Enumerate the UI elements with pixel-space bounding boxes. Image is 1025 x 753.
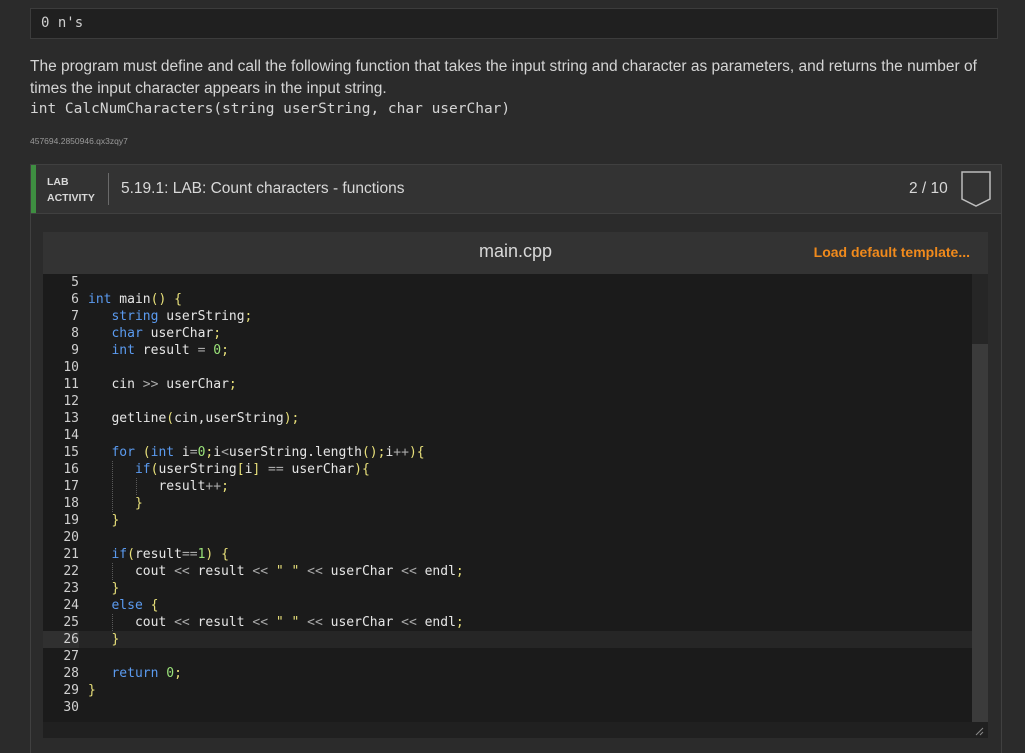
line-number: 9 [71,343,79,358]
code-text: cout << result << " " << userChar << end… [88,615,464,630]
line-number: 17 [63,479,79,494]
code-line[interactable]: 28 return 0; [43,665,972,682]
code-text: } [111,513,120,528]
code-text: int main() { [88,292,182,307]
resize-handle-icon[interactable] [974,726,984,736]
code-line[interactable]: 24 else { [43,597,972,614]
code-line[interactable]: 23 } [43,580,972,597]
code-text: char userChar; [111,326,222,341]
code-text: if(result==1) { [111,547,229,562]
line-number: 18 [63,496,79,511]
lab-activity-header: LAB ACTIVITY 5.19.1: LAB: Count characte… [30,164,1002,214]
code-text: cin >> userChar; [88,377,237,392]
code-line[interactable]: 25 cout << result << " " << userChar << … [43,614,972,631]
lab-title: 5.19.1: LAB: Count characters - function… [121,180,405,197]
code-line[interactable]: 12 [43,393,972,410]
line-number: 12 [63,394,79,409]
line-number: 15 [63,445,79,460]
code-text: if(userString[i] == userChar){ [134,462,370,477]
code-line[interactable]: 26 } [43,631,972,648]
scrollbar-thumb[interactable] [972,344,988,722]
editor-header: main.cpp Load default template... [43,232,988,274]
instructions-text: The program must define and call the fol… [30,58,977,97]
code-line[interactable]: 19 } [43,512,972,529]
code-line[interactable]: 9 int result = 0; [43,342,972,359]
line-number: 6 [71,292,79,307]
line-number: 19 [63,513,79,528]
line-number: 5 [71,275,79,290]
function-signature: int CalcNumCharacters(string userString,… [30,101,511,117]
code-line[interactable]: 6 int main() { [43,291,972,308]
indent-guide [112,563,114,580]
code-line[interactable]: 5 [43,274,972,291]
lab-accent-bar [31,165,36,213]
line-number: 30 [63,700,79,715]
line-number: 11 [63,377,79,392]
line-number: 7 [71,309,79,324]
line-number: 14 [63,428,79,443]
line-number: 10 [63,360,79,375]
header-divider [108,173,109,205]
line-number: 27 [63,649,79,664]
line-number: 28 [63,666,79,681]
lab-score: 2 / 10 [909,180,948,197]
line-number: 23 [63,581,79,596]
code-line[interactable]: 30 [43,699,972,716]
code-text: } [111,581,120,596]
code-line[interactable]: 10 [43,359,972,376]
indent-guide [112,614,114,631]
code-text: string userString; [111,309,253,324]
load-default-template-link[interactable]: Load default template... [814,244,970,260]
code-editor[interactable]: 5 6 int main() {7 string userString; 8 char… [43,274,972,722]
lab-tag-line2: ACTIVITY [47,192,95,204]
line-number: 26 [43,631,79,648]
completion-badge-icon [961,171,991,207]
line-number: 22 [63,564,79,579]
code-line[interactable]: 8 char userChar; [43,325,972,342]
line-number: 8 [71,326,79,341]
code-text: } [134,496,143,511]
line-number: 20 [63,530,79,545]
code-text: else { [111,598,159,613]
code-text: result++; [88,479,229,494]
program-output: 0 n's [30,8,998,39]
code-line[interactable]: 7 string userString; [43,308,972,325]
code-line[interactable]: 29} [43,682,972,699]
code-line[interactable]: 20 [43,529,972,546]
code-line[interactable]: 16 if(userString[i] == userChar){ [43,461,972,478]
lab-tag-line1: LAB [47,176,69,188]
code-text: } [111,632,120,647]
code-text: return 0; [111,666,182,681]
code-text: for (int i=0;i<userString.length();i++){ [111,445,425,460]
lab-identifier: 457694.2850946.qx3zqy7 [30,136,128,146]
code-line[interactable]: 22 cout << result << " " << userChar << … [43,563,972,580]
code-text: getline(cin,userString); [88,411,300,426]
code-line[interactable]: 14 [43,427,972,444]
line-number: 24 [63,598,79,613]
lab-activity-tag: LAB ACTIVITY [47,174,95,206]
line-number: 25 [63,615,79,630]
code-line[interactable]: 18 } [43,495,972,512]
code-line[interactable]: 27 [43,648,972,665]
indent-guide [112,461,114,512]
indent-guide [135,478,137,495]
editor-footer [43,722,988,738]
line-number: 13 [63,411,79,426]
code-line[interactable]: 15 for (int i=0;i<userString.length();i+… [43,444,972,461]
code-line[interactable]: 13 getline(cin,userString); [43,410,972,427]
line-number: 29 [63,683,79,698]
code-text: cout << result << " " << userChar << end… [88,564,464,579]
code-text: } [88,683,96,698]
code-text: int result = 0; [111,343,229,358]
line-number: 16 [63,462,79,477]
code-line[interactable]: 17 result++; [43,478,972,495]
code-line[interactable]: 21 if(result==1) { [43,546,972,563]
code-line[interactable]: 11 cin >> userChar; [43,376,972,393]
line-number: 21 [63,547,79,562]
